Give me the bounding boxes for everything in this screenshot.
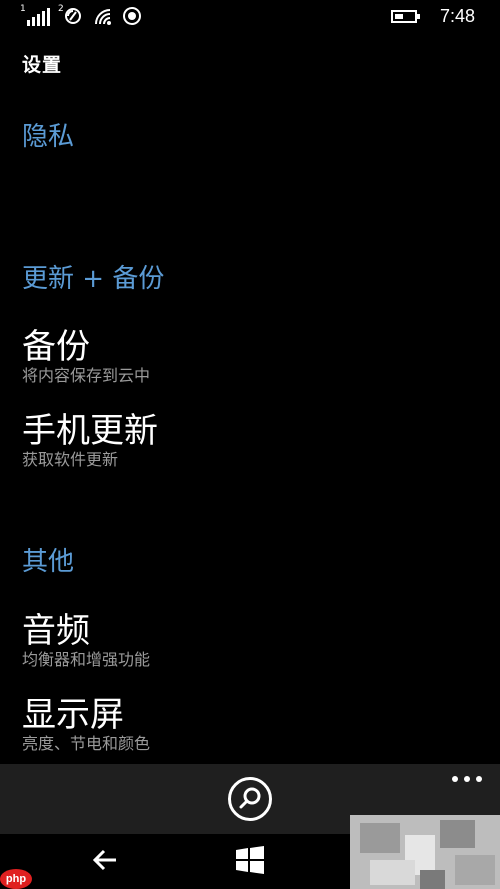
blurred-watermark-area (350, 815, 500, 889)
section-header-privacy: 隐私 (22, 122, 75, 152)
sim1-label: 1 (20, 4, 26, 14)
search-icon[interactable] (228, 777, 272, 821)
wifi-icon (94, 8, 116, 30)
windows-start-icon[interactable] (234, 844, 266, 876)
settings-item-audio[interactable]: 音频 均衡器和增强功能 (22, 611, 482, 669)
page-title: 设置 (22, 54, 63, 76)
section-header-other: 其他 (22, 547, 75, 577)
settings-item-backup[interactable]: 备份 将内容保存到云中 (22, 327, 482, 385)
signal-bars-icon: 1 (20, 4, 52, 26)
item-subtitle: 将内容保存到云中 (22, 366, 151, 385)
battery-icon (391, 10, 420, 23)
item-title: 显示屏 (22, 695, 124, 735)
scrolled-item-remnant (22, 180, 312, 188)
item-title: 音频 (22, 611, 90, 651)
php-watermark-logo: php (0, 869, 32, 889)
item-subtitle: 亮度、节电和颜色 (22, 734, 151, 753)
more-options-icon[interactable] (452, 774, 482, 784)
section-header-update-backup: 更新 + 备份 (22, 264, 165, 294)
settings-item-display[interactable]: 显示屏 亮度、节电和颜色 (22, 695, 482, 753)
settings-screen: 1 2 7:48 设置 隐私 更新 + 备份 备份 将内容保存到云中 手机更新 … (0, 0, 500, 889)
location-icon (123, 7, 141, 25)
status-bar: 1 2 7:48 (0, 0, 500, 34)
settings-item-phone-update[interactable]: 手机更新 获取软件更新 (22, 411, 482, 469)
back-arrow-icon[interactable] (90, 846, 122, 874)
sim2-icon: 2 (58, 4, 84, 26)
item-title: 备份 (22, 327, 90, 367)
item-title: 手机更新 (22, 411, 158, 451)
status-time: 7:48 (440, 6, 476, 26)
item-subtitle: 获取软件更新 (22, 450, 119, 469)
item-subtitle: 均衡器和增强功能 (22, 650, 151, 669)
